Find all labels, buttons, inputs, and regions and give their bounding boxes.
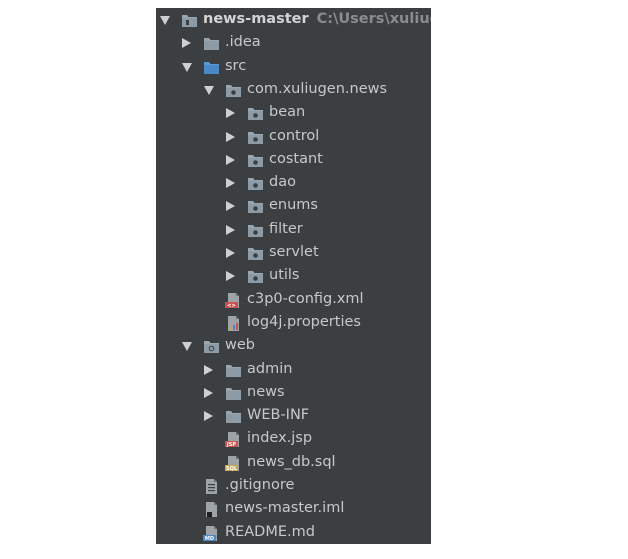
- tree-row[interactable]: servlet: [156, 242, 431, 265]
- tree-item-label: bean: [269, 104, 306, 121]
- tree-item-label: .idea: [225, 34, 261, 51]
- expanded-arrow-icon[interactable]: [204, 85, 214, 95]
- tree-item-label: news_db.sql: [247, 453, 336, 470]
- tree-row[interactable]: news: [156, 382, 431, 405]
- tree-row[interactable]: log4j.properties: [156, 312, 431, 335]
- folder-icon: [225, 385, 242, 402]
- tree-row[interactable]: news-master.iml: [156, 498, 431, 521]
- tree-item-label: src: [225, 57, 247, 74]
- collapsed-arrow-icon[interactable]: [226, 154, 235, 165]
- tree-item-label: news-master.iml: [225, 500, 345, 517]
- collapsed-arrow-icon[interactable]: [226, 201, 235, 212]
- tree-row[interactable]: news-masterC:\Users\xuliugen\: [156, 9, 431, 32]
- folder-icon: [225, 408, 242, 425]
- folder-icon: [203, 35, 220, 52]
- tree-row[interactable]: web: [156, 335, 431, 358]
- sql-file-icon: SQL: [225, 455, 242, 472]
- iml-file-icon: [203, 501, 220, 518]
- tree-row[interactable]: utils: [156, 265, 431, 288]
- tree-row[interactable]: .gitignore: [156, 475, 431, 498]
- tree-row[interactable]: com.xuliugen.news: [156, 79, 431, 102]
- tree-row[interactable]: SQL news_db.sql: [156, 452, 431, 475]
- collapsed-arrow-icon[interactable]: [204, 411, 213, 422]
- tree-row[interactable]: filter: [156, 219, 431, 242]
- tree-row[interactable]: MD README.md: [156, 522, 431, 544]
- markdown-file-icon: MD: [203, 525, 220, 542]
- tree-row[interactable]: enums: [156, 195, 431, 218]
- tree-item-label: news: [247, 383, 285, 400]
- tree-item-label: news-masterC:\Users\xuliugen\: [203, 11, 431, 27]
- source-folder-icon: [203, 59, 220, 76]
- properties-file-icon: [225, 315, 242, 332]
- collapsed-arrow-icon[interactable]: [226, 248, 235, 258]
- collapsed-arrow-icon[interactable]: [226, 108, 235, 119]
- package-icon: [247, 152, 264, 169]
- package-icon: [247, 175, 264, 192]
- tree-item-label: .gitignore: [225, 477, 295, 493]
- tree-item-label: index.jsp: [247, 430, 313, 447]
- tree-item-label: web: [225, 337, 255, 354]
- tree-item-label: filter: [269, 220, 303, 237]
- tree-row[interactable]: admin: [156, 359, 431, 382]
- expanded-arrow-icon[interactable]: [160, 16, 170, 25]
- collapsed-arrow-icon[interactable]: [226, 178, 235, 189]
- svg-text:SQL: SQL: [226, 466, 238, 472]
- svg-text:<>: <>: [227, 303, 235, 309]
- tree-row[interactable]: src: [156, 56, 431, 79]
- package-icon: [247, 245, 264, 262]
- project-folder-icon: [181, 12, 198, 29]
- tree-item-label: log4j.properties: [247, 313, 361, 330]
- tree-item-label: com.xuliugen.news: [247, 80, 388, 97]
- project-tree-panel: news-masterC:\Users\xuliugen\ .idea srccom…: [156, 8, 431, 544]
- jsp-file-icon: JSP: [225, 431, 242, 448]
- folder-icon: [225, 362, 242, 379]
- tree-row[interactable]: costant: [156, 149, 431, 172]
- tree-item-label: admin: [247, 360, 293, 377]
- tree-row[interactable]: <> c3p0-config.xml: [156, 289, 431, 312]
- svg-text:MD: MD: [205, 536, 214, 542]
- tree-item-label: enums: [269, 197, 318, 214]
- tree-row[interactable]: .idea: [156, 32, 431, 55]
- xml-file-icon: <>: [225, 292, 242, 309]
- package-icon: [247, 268, 264, 285]
- text-file-icon: [203, 478, 220, 495]
- expanded-arrow-icon[interactable]: [182, 62, 192, 72]
- package-icon: [247, 129, 264, 146]
- collapsed-arrow-icon[interactable]: [204, 387, 213, 398]
- tree-row[interactable]: control: [156, 126, 431, 149]
- tree-row[interactable]: WEB-INF: [156, 405, 431, 428]
- tree-item-label: costant: [269, 150, 323, 167]
- collapsed-arrow-icon[interactable]: [182, 38, 191, 49]
- tree-row[interactable]: JSP index.jsp: [156, 428, 431, 451]
- tree-item-label: control: [269, 127, 320, 144]
- tree-item-label: servlet: [269, 244, 319, 260]
- tree-item-label: c3p0-config.xml: [247, 290, 364, 307]
- collapsed-arrow-icon[interactable]: [226, 271, 235, 282]
- tree-item-label: utils: [269, 267, 300, 284]
- package-icon: [247, 222, 264, 239]
- collapsed-arrow-icon[interactable]: [226, 224, 235, 235]
- web-folder-icon: [203, 338, 220, 355]
- project-path: C:\Users\xuliugen\: [316, 11, 431, 27]
- tree-row[interactable]: bean: [156, 102, 431, 125]
- package-icon: [247, 105, 264, 122]
- expanded-arrow-icon[interactable]: [182, 342, 192, 352]
- tree-item-label: WEB-INF: [247, 407, 310, 424]
- package-icon: [247, 198, 264, 215]
- collapsed-arrow-icon[interactable]: [226, 131, 235, 142]
- package-icon: [225, 82, 242, 99]
- tree-item-label: README.md: [225, 523, 315, 540]
- tree-item-label: dao: [269, 174, 296, 191]
- svg-text:JSP: JSP: [226, 442, 236, 448]
- collapsed-arrow-icon[interactable]: [204, 364, 213, 375]
- tree-row[interactable]: dao: [156, 172, 431, 195]
